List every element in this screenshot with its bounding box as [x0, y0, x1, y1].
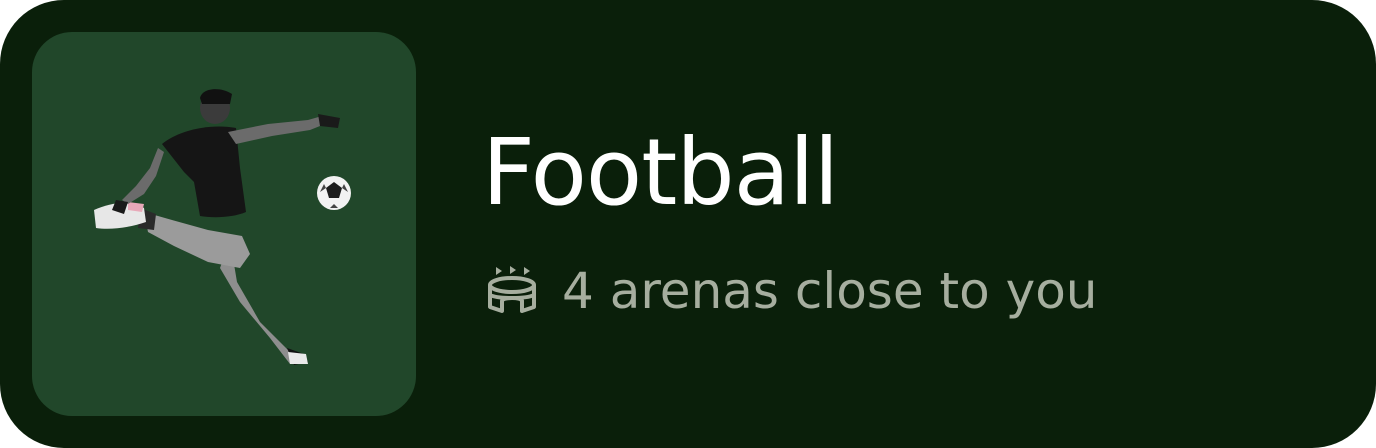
football-player-image	[94, 89, 351, 365]
sport-card[interactable]: Football 4 arenas close to you	[0, 0, 1376, 448]
sport-thumbnail	[32, 32, 416, 416]
sport-title: Football	[482, 119, 839, 226]
arenas-info: 4 arenas close to you	[484, 256, 1097, 326]
stadium-icon	[484, 263, 540, 319]
arenas-count-text: 4 arenas close to you	[562, 262, 1098, 320]
